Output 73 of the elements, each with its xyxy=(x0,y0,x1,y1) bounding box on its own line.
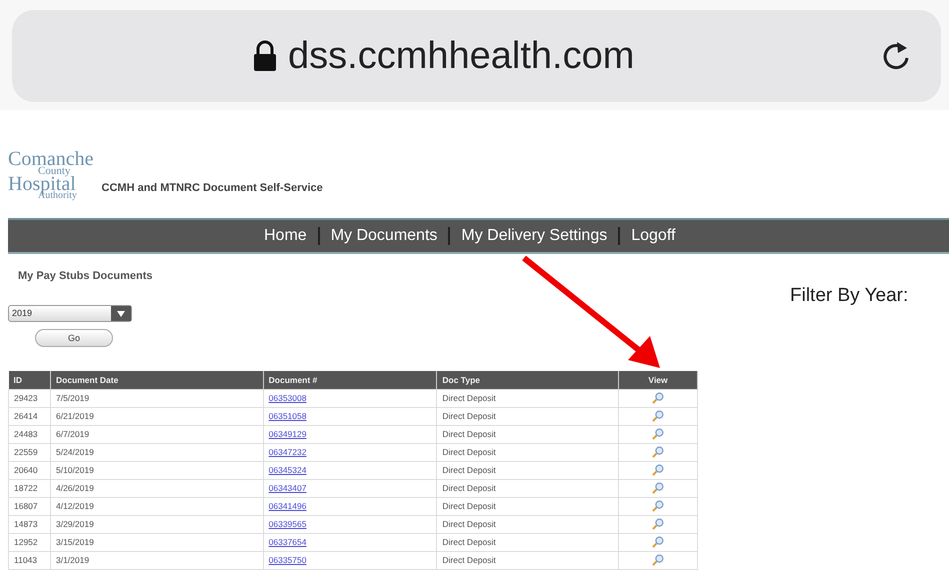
column-header: View xyxy=(618,371,698,389)
table-cell: 26414 xyxy=(8,407,50,425)
logo-text: Authority xyxy=(38,192,78,200)
year-select[interactable]: 2019 xyxy=(8,305,132,322)
nav-link[interactable]: Home xyxy=(253,227,320,245)
table-cell: Direct Deposit xyxy=(436,515,619,533)
filter-label: Filter By Year: xyxy=(790,284,908,308)
nav-link[interactable]: My Delivery Settings xyxy=(450,227,620,245)
table-cell: 22559 xyxy=(8,443,50,461)
table-cell: 5/10/2019 xyxy=(50,461,264,479)
table-cell: 4/26/2019 xyxy=(50,479,264,497)
column-header: Document # xyxy=(263,371,437,389)
magnifier-icon[interactable] xyxy=(652,518,664,530)
table-cell: 16807 xyxy=(8,497,50,515)
nav-link[interactable]: My Documents xyxy=(320,227,450,245)
section-title: My Pay Stubs Documents xyxy=(18,270,154,283)
document-link[interactable]: 06353008 xyxy=(268,393,306,403)
table-cell: Direct Deposit xyxy=(436,479,619,497)
magnifier-icon[interactable] xyxy=(652,500,664,512)
url-text: dss.ccmhhealth.com xyxy=(288,37,634,75)
column-header: ID xyxy=(8,371,50,389)
table-cell: 6/7/2019 xyxy=(50,425,264,443)
table-cell: 6/21/2019 xyxy=(50,407,264,425)
magnifier-icon[interactable] xyxy=(652,464,664,476)
document-link[interactable]: 06345324 xyxy=(268,465,306,475)
table-cell: 14873 xyxy=(8,515,50,533)
address-bar[interactable]: dss.ccmhhealth.com xyxy=(12,10,941,102)
magnifier-icon[interactable] xyxy=(652,410,664,422)
table-cell: 18722 xyxy=(8,479,50,497)
table-cell: 24483 xyxy=(8,425,50,443)
logo-text: Hospital xyxy=(8,176,76,192)
table-cell: 29423 xyxy=(8,389,50,407)
document-link[interactable]: 06337654 xyxy=(268,537,306,547)
table-cell: 4/12/2019 xyxy=(50,497,264,515)
table-cell: 12952 xyxy=(8,533,50,551)
table-cell: 3/1/2019 xyxy=(50,551,264,569)
magnifier-icon[interactable] xyxy=(652,428,664,440)
table-cell: 3/29/2019 xyxy=(50,515,264,533)
site-title: CCMH and MTNRC Document Self-Service xyxy=(102,180,323,196)
table-cell: Direct Deposit xyxy=(436,443,619,461)
magnifier-icon[interactable] xyxy=(652,482,664,494)
table-cell: 3/15/2019 xyxy=(50,533,264,551)
document-link[interactable]: 06343407 xyxy=(268,483,306,493)
logo-text: County xyxy=(38,167,70,176)
go-button[interactable]: Go xyxy=(35,329,113,347)
dropdown-arrow-icon xyxy=(117,310,125,316)
document-link[interactable]: 06347232 xyxy=(268,447,306,457)
document-link[interactable]: 06351058 xyxy=(268,411,306,421)
document-link[interactable]: 06335750 xyxy=(268,555,306,565)
table-cell: Direct Deposit xyxy=(436,533,619,551)
nav-link[interactable]: Logoff xyxy=(620,227,686,245)
table-cell: 7/5/2019 xyxy=(50,389,264,407)
column-header: Doc Type xyxy=(436,371,619,389)
lock-icon xyxy=(252,40,278,72)
table-cell: 20640 xyxy=(8,461,50,479)
table-cell: Direct Deposit xyxy=(436,425,619,443)
magnifier-icon[interactable] xyxy=(652,554,664,566)
table-cell: Direct Deposit xyxy=(436,497,619,515)
document-link[interactable]: 06339565 xyxy=(268,519,306,529)
reload-icon[interactable] xyxy=(881,40,911,72)
table-cell: 5/24/2019 xyxy=(50,443,264,461)
column-header: Document Date xyxy=(50,371,264,389)
table-cell: Direct Deposit xyxy=(436,551,619,569)
magnifier-icon[interactable] xyxy=(652,392,664,404)
magnifier-icon[interactable] xyxy=(652,536,664,548)
document-link[interactable]: 06341496 xyxy=(268,501,306,511)
table-cell: Direct Deposit xyxy=(436,389,619,407)
magnifier-icon[interactable] xyxy=(652,446,664,458)
table-cell: Direct Deposit xyxy=(436,461,619,479)
logo-text: Comanche xyxy=(8,151,94,168)
document-link[interactable]: 06349129 xyxy=(268,429,306,439)
table-cell: 11043 xyxy=(8,551,50,569)
table-cell: Direct Deposit xyxy=(436,407,619,425)
